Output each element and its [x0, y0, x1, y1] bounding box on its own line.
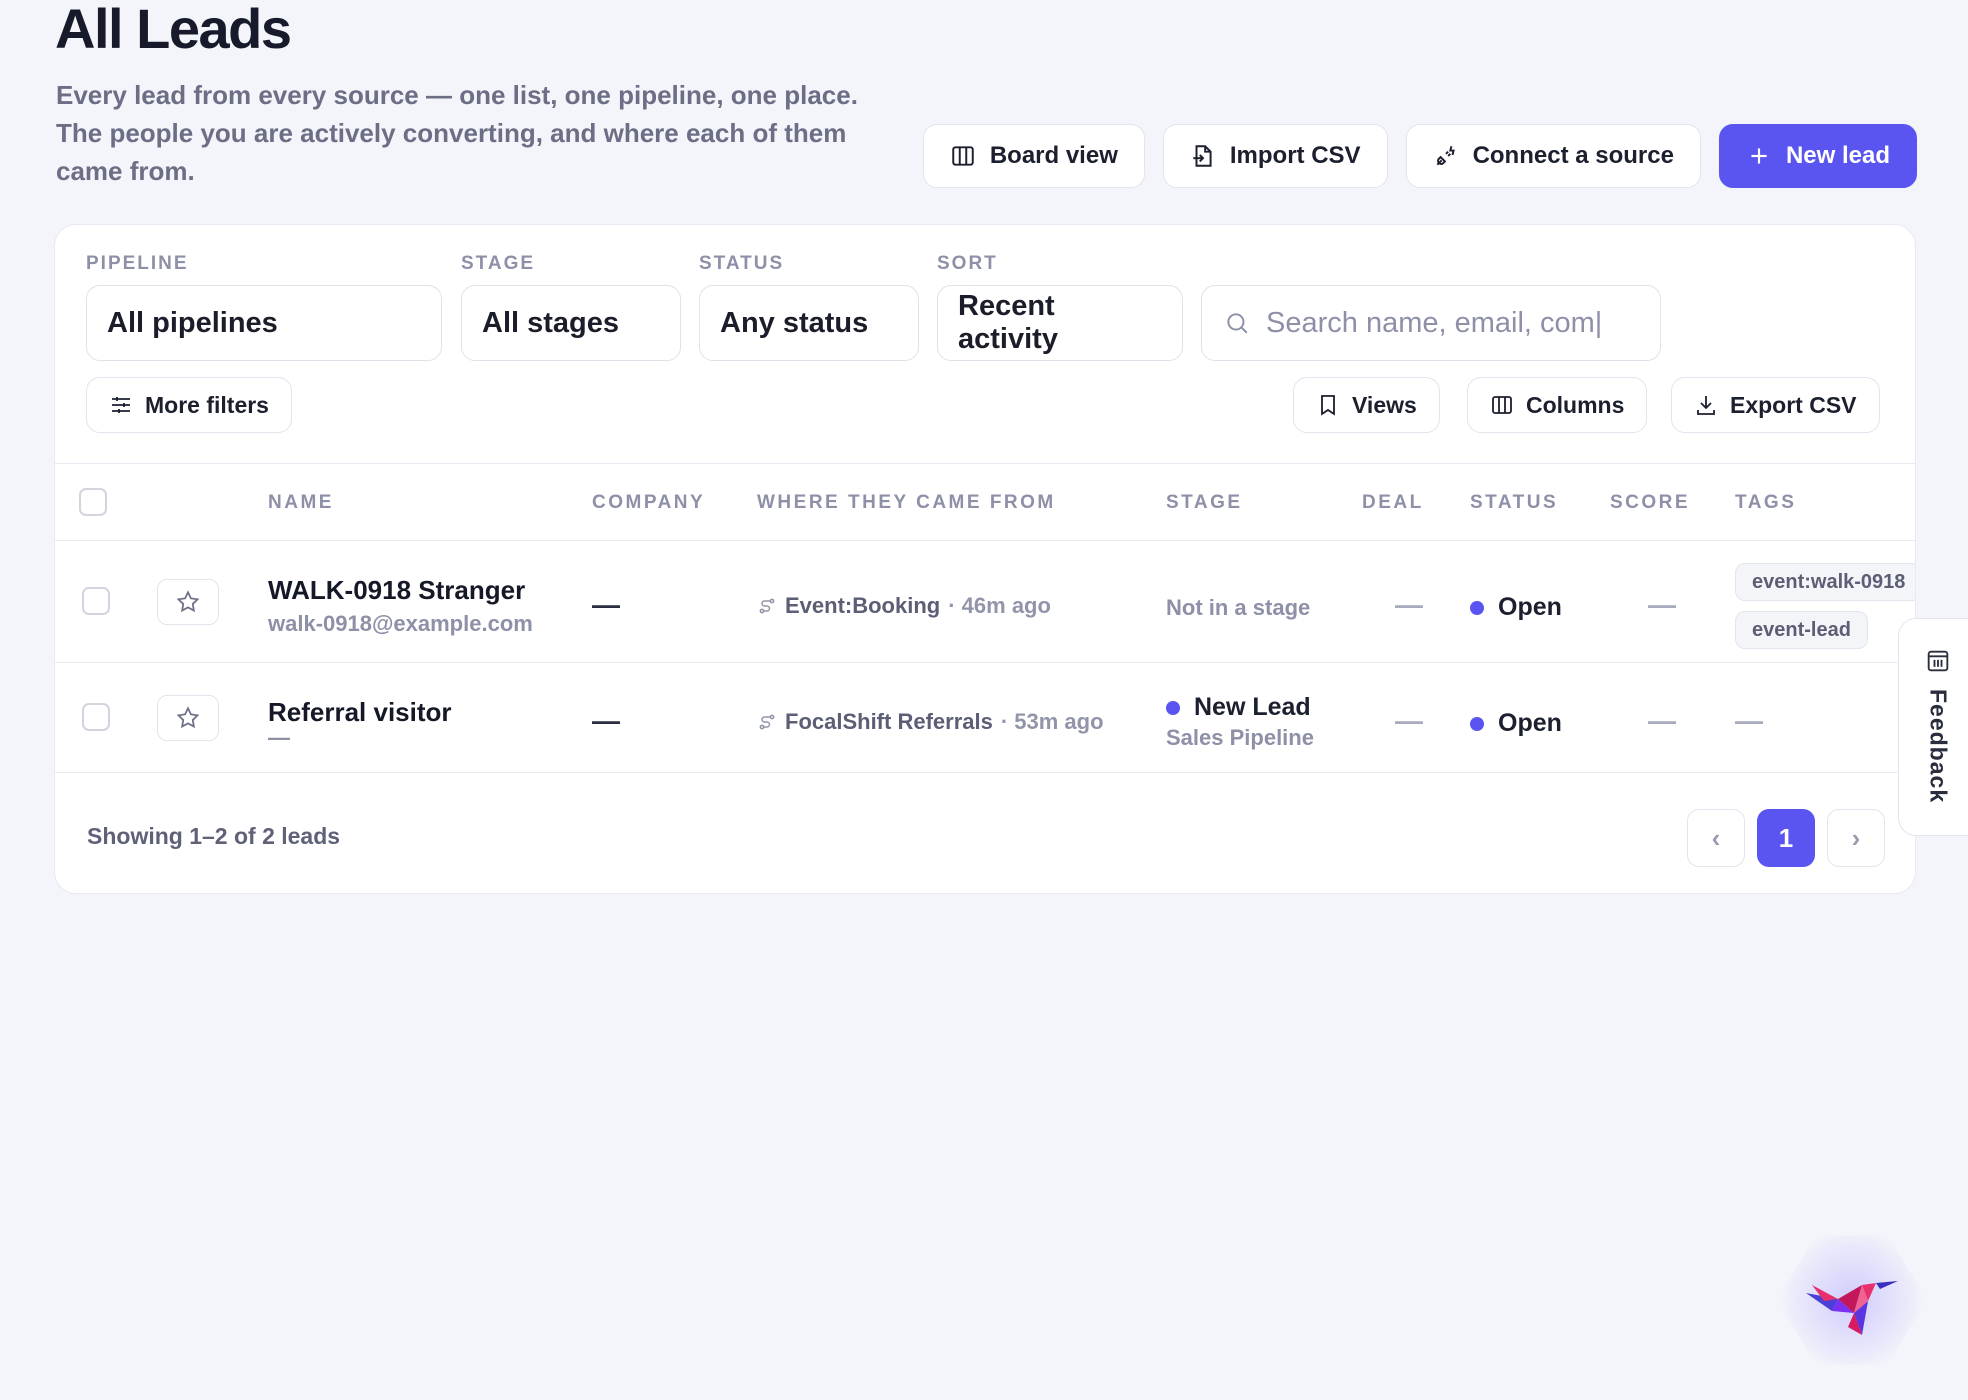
views-button[interactable]: Views	[1293, 377, 1440, 433]
route-icon	[759, 598, 775, 614]
hummingbird-icon	[1806, 1281, 1898, 1335]
connect-source-label: Connect a source	[1472, 142, 1674, 169]
lead-score: —	[1648, 589, 1676, 620]
leads-card: PIPELINE All pipelines STAGE All stages …	[54, 224, 1916, 894]
lead-company: —	[592, 705, 620, 736]
stage-filter-label: STAGE	[461, 253, 536, 274]
export-csv-label: Export CSV	[1730, 391, 1857, 418]
stage-label: New Lead	[1194, 693, 1311, 721]
lead-source[interactable]: FocalShift Referrals · 53m ago	[757, 709, 1104, 735]
source-name: FocalShift Referrals	[785, 709, 993, 734]
page-subtitle: Every lead from every source — one list,…	[56, 80, 858, 186]
import-csv-button[interactable]: Import CSV	[1162, 124, 1388, 188]
stage-select[interactable]: All stages	[461, 285, 681, 361]
export-csv-button[interactable]: Export CSV	[1671, 377, 1880, 433]
lead-source[interactable]: Event:Booking · 46m ago	[757, 593, 1051, 619]
status-dot	[1470, 600, 1484, 615]
columns-icon	[952, 146, 974, 166]
status-label: Open	[1498, 593, 1562, 621]
status-filter-label: STATUS	[699, 253, 785, 274]
lead-name[interactable]: Referral visitor	[268, 697, 452, 728]
tag-chip[interactable]: event:walk-0918	[1735, 563, 1915, 601]
tag-chip[interactable]: event-lead	[1735, 611, 1868, 649]
pagination-summary: Showing 1–2 of 2 leads	[87, 823, 341, 849]
feedback-tab[interactable]: Feedback	[1898, 618, 1968, 836]
row-checkbox[interactable]	[82, 587, 110, 615]
favorite-button[interactable]	[157, 579, 219, 625]
status-select[interactable]: Any status	[699, 285, 919, 361]
views-label: Views	[1352, 391, 1417, 418]
page-1-button[interactable]: 1	[1757, 809, 1815, 867]
lead-name[interactable]: WALK-0918 Stranger	[268, 575, 525, 606]
star-icon	[176, 590, 200, 613]
columns-label: Columns	[1526, 391, 1625, 418]
plug-icon	[1436, 146, 1455, 166]
column-header-source[interactable]: WHERE THEY CAME FROM	[757, 492, 1056, 514]
page-title: All Leads	[55, 0, 292, 60]
search-input[interactable]	[1264, 305, 1628, 341]
lead-email: walk-0918@example.com	[268, 611, 533, 636]
import-csv-label: Import CSV	[1229, 142, 1361, 169]
sliders-icon	[112, 397, 130, 413]
table-header: NAME COMPANY WHERE THEY CAME FROM STAGE …	[55, 463, 1915, 541]
status-badge: Open	[1470, 593, 1562, 622]
columns-icon	[1492, 396, 1512, 414]
more-filters-label: More filters	[145, 391, 269, 418]
previous-page-button[interactable]: ‹	[1687, 809, 1745, 867]
column-header-stage[interactable]: STAGE	[1166, 492, 1243, 514]
status-badge: Open	[1470, 709, 1562, 738]
lead-deal: —	[1395, 705, 1423, 736]
column-header-company[interactable]: COMPANY	[592, 492, 705, 514]
table-row[interactable]: Referral visitor — — FocalShift Referral…	[55, 663, 1915, 773]
search-field[interactable]	[1201, 285, 1661, 361]
status-label: Open	[1498, 709, 1562, 737]
select-all-checkbox[interactable]	[79, 488, 107, 516]
next-page-button[interactable]: ›	[1827, 809, 1885, 867]
column-header-name[interactable]: NAME	[268, 492, 334, 514]
lead-email: —	[268, 725, 290, 750]
plus-icon	[1751, 148, 1767, 164]
pipeline-select[interactable]: All pipelines	[86, 285, 442, 361]
new-lead-label: New lead	[1785, 142, 1890, 169]
lead-deal: —	[1395, 589, 1423, 620]
hummingbird-logo-button[interactable]	[1778, 1230, 1926, 1370]
pipeline-filter-label: PIPELINE	[86, 253, 189, 274]
source-time: · 53m ago	[1000, 709, 1104, 734]
board-view-label: Board view	[989, 142, 1118, 169]
column-header-tags[interactable]: TAGS	[1735, 492, 1796, 514]
route-icon	[759, 714, 775, 730]
column-header-deal[interactable]: DEAL	[1362, 492, 1424, 514]
column-header-score[interactable]: SCORE	[1610, 492, 1690, 514]
sort-filter-label: SORT	[937, 253, 998, 274]
sort-select[interactable]: Recent activity	[937, 285, 1183, 361]
status-dot	[1470, 716, 1484, 731]
star-icon	[176, 706, 200, 729]
source-name: Event:Booking	[785, 593, 941, 618]
feedback-label: Feedback	[1925, 689, 1952, 804]
source-time: · 46m ago	[948, 593, 1051, 618]
stage-badge: New Lead	[1166, 693, 1311, 722]
lead-stage: Not in a stage	[1166, 595, 1311, 620]
more-filters-button[interactable]: More filters	[86, 377, 292, 433]
lead-company: —	[592, 589, 620, 620]
new-lead-button[interactable]: New lead	[1718, 124, 1917, 188]
lead-tags-empty: —	[1735, 705, 1763, 736]
stage-dot	[1166, 700, 1180, 715]
file-import-icon	[1193, 145, 1212, 167]
feedback-icon	[1927, 650, 1949, 672]
lead-score: —	[1648, 705, 1676, 736]
connect-source-button[interactable]: Connect a source	[1405, 124, 1701, 188]
board-view-button[interactable]: Board view	[922, 124, 1145, 188]
row-checkbox[interactable]	[82, 703, 110, 731]
favorite-button[interactable]	[157, 695, 219, 741]
column-header-status[interactable]: STATUS	[1470, 492, 1558, 514]
download-icon	[1697, 396, 1715, 415]
columns-button[interactable]: Columns	[1467, 377, 1648, 433]
bookmark-icon	[1321, 395, 1335, 416]
search-icon	[1227, 313, 1248, 334]
table-row[interactable]: WALK-0918 Stranger walk-0918@example.com…	[55, 541, 1915, 663]
stage-pipeline: Sales Pipeline	[1166, 725, 1314, 750]
header-actions: Board view Import CSV Connect a source N…	[922, 124, 1917, 188]
